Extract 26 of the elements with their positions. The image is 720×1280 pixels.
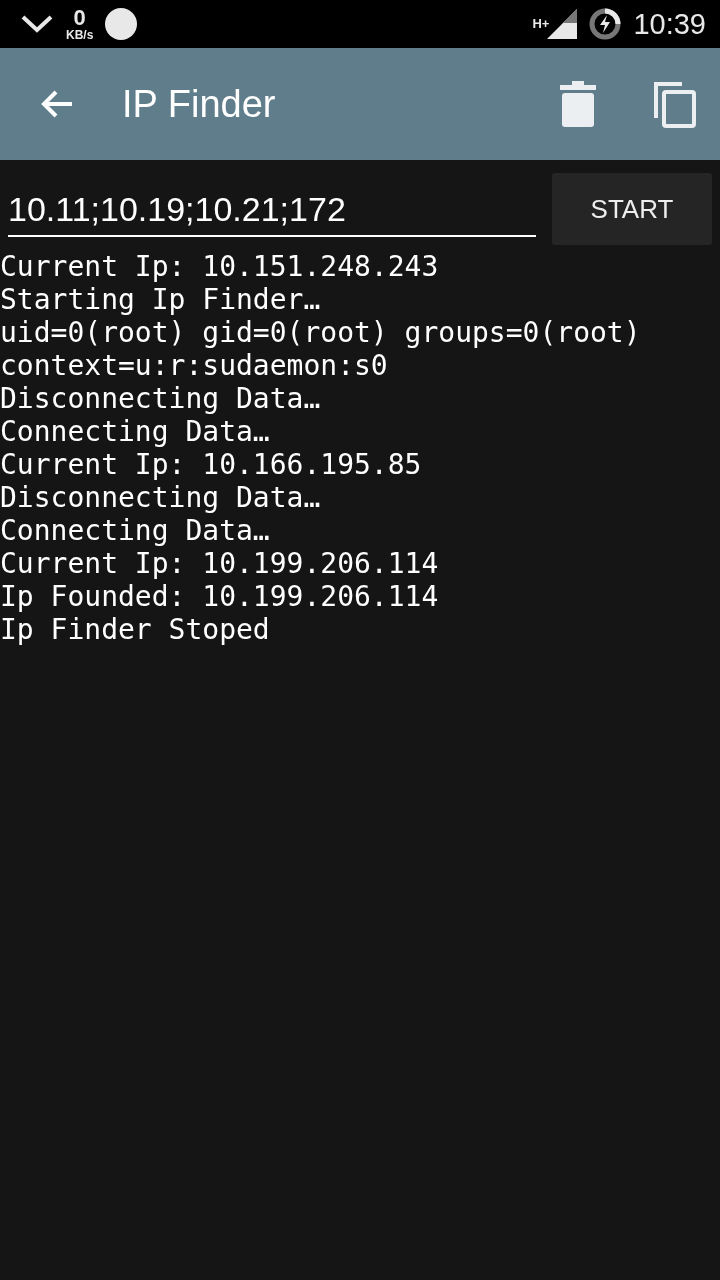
log-line: Disconnecting Data… [0,481,321,514]
log-line: uid=0(root) gid=0(root) groups=0(root) [0,316,641,349]
log-line: Ip Founded: 10.199.206.114 [0,580,439,613]
back-arrow-icon[interactable] [40,89,74,119]
battery-charging-icon [589,8,622,40]
chevron-icon [20,14,54,34]
app-title: IP Finder [122,82,277,126]
log-line: Connecting Data… [0,415,270,448]
circle-icon [105,8,138,40]
start-button[interactable]: START [552,173,712,245]
clock: 10:39 [633,7,706,41]
log-line: Current Ip: 10.199.206.114 [0,547,439,580]
ip-input-field[interactable]: 10.11;10.19;10.21;172 [8,181,536,237]
log-line: Ip Finder Stoped [0,613,270,646]
network-label: H+ [532,15,550,31]
log-line: context=u:r:sudaemon:s0 [0,349,388,382]
log-line: Connecting Data… [0,514,270,547]
speed-value: 0 [73,7,86,29]
log-line: Starting Ip Finder… [0,283,321,316]
copy-icon[interactable] [652,80,696,128]
trash-icon[interactable] [560,81,596,127]
log-line: Disconnecting Data… [0,382,321,415]
speed-unit: KB/s [66,29,94,41]
log-line: Current Ip: 10.151.248.243 [0,250,439,283]
signal-icon [547,9,578,39]
log-line: Current Ip: 10.166.195.85 [0,448,422,481]
